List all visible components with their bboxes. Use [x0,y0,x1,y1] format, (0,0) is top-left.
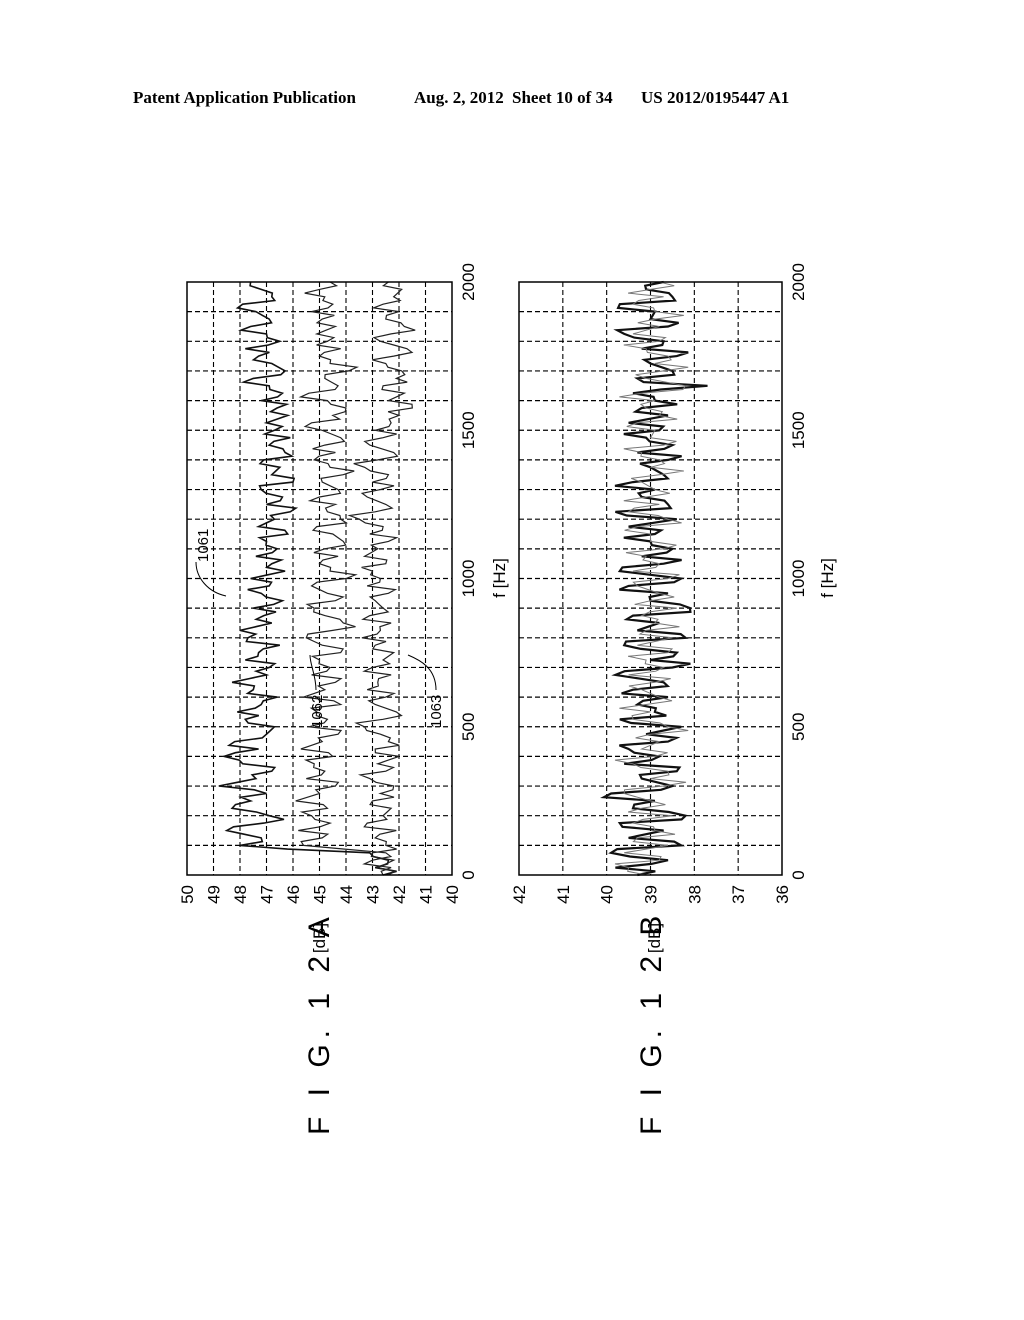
figure-canvas: 0500100015002000 50 49 48 47 46 45 44 43 42 41 40 … [178,263,837,1135]
fig12a-label: F I G. 1 2 A [303,911,336,1135]
fig12b-y-tick-label: 39 [642,885,661,904]
fig12b-plot: 0500100015002000 42 41 40 39 38 37 36 f [Hz] [… [510,263,837,1135]
fig12a-y-tick-label: 40 [443,885,462,904]
fig12a-y-tick-label: 49 [205,885,224,904]
fig12a-x-tick-label: 0 [459,870,478,879]
fig12b-y-tick-label: 38 [685,885,704,904]
fig12a-y-tick-label: 44 [337,885,356,904]
fig12b-x-tick-label: 1500 [789,411,808,449]
fig12a-y-tick-label: 46 [284,885,303,904]
fig12a-y-tick-label: 45 [311,885,330,904]
fig12b-y-tick-label: 37 [729,885,748,904]
fig12b-x-tick-label: 2000 [789,263,808,301]
fig12b-y-tick-label: 41 [554,885,573,904]
fig12a-y-tick-label: 47 [258,885,277,904]
fig12b-y-tick-label: 40 [598,885,617,904]
fig12b-x-tick-label: 1000 [789,560,808,598]
fig12a-y-tick-label: 43 [364,885,383,904]
fig12a-y-tick-label: 41 [417,885,436,904]
fig12b-y-tick-label: 42 [510,885,529,904]
fig12b-y-tick-label: 36 [773,885,792,904]
fig12a-x-tick-label: 2000 [459,263,478,301]
fig12a-x-tick-label: 1000 [459,560,478,598]
label-1061: 1061 [195,529,212,562]
fig12b-y-ticks: 42 41 40 39 38 37 36 [510,885,792,904]
fig12a-x-ticks: 0 500 1000 1500 2000 [459,263,478,880]
fig12b-x-tick-label: 500 [789,713,808,741]
fig12b-label: F I G. 1 2 B [635,910,668,1135]
label-1062: 1062 [309,695,326,728]
fig12a-y-tick-label: 42 [390,885,409,904]
fig12a-x-tick-label: 1500 [459,411,478,449]
leader-1062 [309,654,317,691]
fig12b-x-ticks: 0 500 1000 1500 2000 [789,263,808,880]
fig12b-x-tick-label: 0 [789,870,808,879]
label-1063: 1063 [428,695,445,728]
fig12a-y-tick-label: 50 [178,885,197,904]
fig12b-grid [519,282,782,875]
fig12b-xlabel: f [Hz] [818,558,837,598]
fig12a-x-tick-label: 500 [459,713,478,741]
leader-1063 [407,654,437,691]
fig12a-xlabel: f [Hz] [490,558,509,598]
fig12a-y-ticks: 50 49 48 47 46 45 44 43 42 41 40 [178,885,462,904]
fig12a-plot: 0500100015002000 50 49 48 47 46 45 44 43 42 41 40 … [178,263,509,1135]
fig12a-y-tick-label: 48 [231,885,250,904]
